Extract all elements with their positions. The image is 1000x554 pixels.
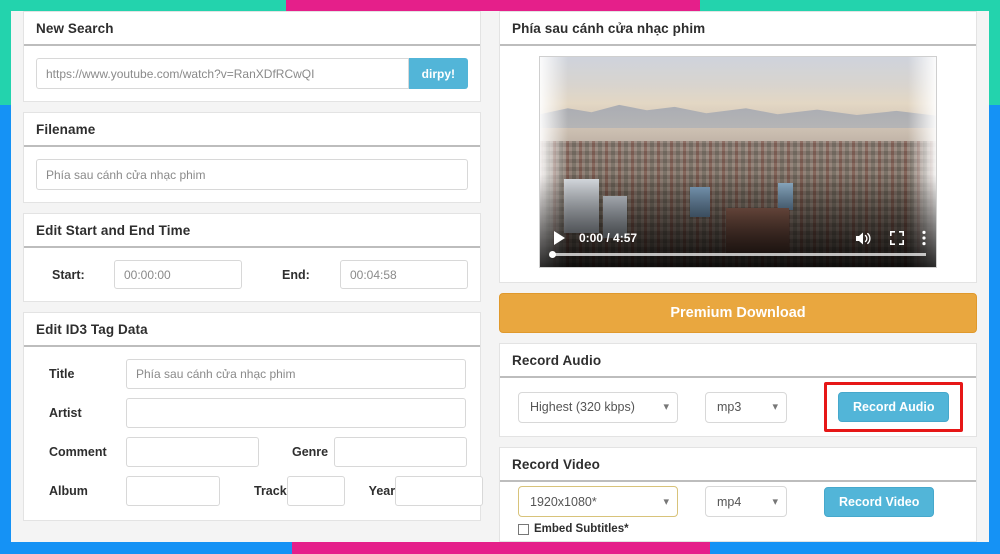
- comment-label: Comment: [49, 445, 107, 459]
- video-area: 0:00 / 4:57: [500, 46, 976, 282]
- artist-label: Artist: [49, 406, 82, 420]
- border-band-top-right: [700, 0, 1000, 11]
- filename-body: [24, 147, 480, 202]
- new-search-header: New Search: [24, 12, 480, 46]
- play-icon[interactable]: [554, 231, 565, 245]
- time-row: Start: End:: [36, 260, 468, 289]
- time-panel: Edit Start and End Time Start: End:: [23, 213, 481, 302]
- video-panel: Phía sau cánh cửa nhạc phim 0:00 / 4:57: [499, 11, 977, 283]
- id3-body: Title Artist Comment Genre Album Track: [24, 347, 484, 520]
- track-label: Track: [254, 484, 287, 498]
- genre-input[interactable]: [334, 437, 467, 467]
- filename-header: Filename: [24, 113, 480, 147]
- id3-panel: Edit ID3 Tag Data Title Artist Comment G…: [23, 312, 484, 521]
- embed-subtitles-row[interactable]: Embed Subtitles*: [500, 521, 976, 541]
- video-progress-handle[interactable]: [549, 251, 556, 258]
- id3-comment-genre-row: Comment Genre: [36, 437, 468, 467]
- title-input[interactable]: [126, 359, 466, 389]
- video-time-display: 0:00 / 4:57: [579, 231, 638, 245]
- record-audio-controls: Highest (320 kbps) ▾ mp3 ▾ Record Audio: [500, 378, 976, 436]
- video-format-select[interactable]: mp4: [705, 486, 787, 517]
- border-band-bottom-right: [710, 542, 1000, 554]
- border-band-bottom-left: [0, 542, 292, 554]
- fullscreen-icon[interactable]: [890, 231, 904, 245]
- more-options-icon[interactable]: [922, 230, 926, 246]
- record-audio-button[interactable]: Record Audio: [838, 392, 950, 422]
- track-input[interactable]: [286, 476, 345, 506]
- right-column: Phía sau cánh cửa nhạc phim 0:00 / 4:57 …: [489, 11, 989, 542]
- record-video-header: Record Video: [500, 448, 976, 482]
- border-band-left-top: [0, 0, 11, 105]
- year-input[interactable]: [395, 476, 484, 506]
- video-resolution-select-wrap: 1920x1080* ▾: [518, 486, 678, 517]
- video-progress-bar[interactable]: [549, 251, 926, 258]
- record-audio-panel: Record Audio Highest (320 kbps) ▾ mp3 ▾: [499, 343, 977, 437]
- left-column: New Search dirpy! Filename Edit Start an…: [11, 11, 489, 542]
- id3-artist-row: Artist: [36, 398, 468, 428]
- premium-download-button[interactable]: Premium Download: [499, 293, 977, 333]
- video-format-select-wrap: mp4 ▾: [705, 486, 787, 517]
- border-band-right-top: [989, 0, 1000, 105]
- url-input[interactable]: [36, 58, 409, 89]
- dirpy-submit-button[interactable]: dirpy!: [408, 58, 468, 89]
- time-header: Edit Start and End Time: [24, 214, 480, 248]
- record-audio-highlight-box: Record Audio: [824, 382, 964, 432]
- title-label: Title: [49, 367, 75, 381]
- audio-format-select-wrap: mp3 ▾: [705, 391, 787, 423]
- end-time-input[interactable]: [340, 260, 468, 289]
- start-time-input[interactable]: [114, 260, 242, 289]
- audio-quality-select-wrap: Highest (320 kbps) ▾: [518, 391, 678, 423]
- audio-format-select[interactable]: mp3: [705, 391, 787, 423]
- id3-header: Edit ID3 Tag Data: [24, 313, 480, 347]
- border-band-left-bottom: [0, 105, 11, 554]
- border-band-right-bottom: [989, 105, 1000, 554]
- record-audio-header: Record Audio: [500, 344, 976, 378]
- video-sky: [540, 57, 936, 154]
- record-video-controls: 1920x1080* ▾ mp4 ▾ Record Video: [500, 482, 976, 521]
- video-resolution-select[interactable]: 1920x1080*: [518, 486, 678, 517]
- genre-label: Genre: [292, 445, 329, 459]
- id3-title-row: Title: [36, 359, 468, 389]
- album-label: Album: [49, 484, 88, 498]
- embed-subtitles-checkbox[interactable]: [518, 523, 529, 535]
- new-search-body: dirpy!: [24, 46, 480, 101]
- artist-input[interactable]: [126, 398, 466, 428]
- record-video-panel: Record Video 1920x1080* ▾ mp4 ▾ Record V…: [499, 447, 977, 542]
- embed-subtitles-label: Embed Subtitles*: [534, 523, 629, 535]
- volume-icon[interactable]: [855, 231, 872, 246]
- filename-input[interactable]: [36, 159, 468, 190]
- premium-download-area: Premium Download: [499, 293, 977, 343]
- comment-input[interactable]: [126, 437, 259, 467]
- video-control-row: 0:00 / 4:57: [540, 227, 936, 249]
- border-band-top-left: [0, 0, 286, 11]
- url-input-row: dirpy!: [36, 58, 468, 89]
- year-label: Year: [368, 484, 396, 498]
- video-controls: 0:00 / 4:57: [540, 219, 936, 267]
- new-search-panel: New Search dirpy!: [23, 11, 481, 102]
- border-band-top-center: [286, 0, 700, 11]
- page-container: New Search dirpy! Filename Edit Start an…: [11, 11, 989, 542]
- audio-quality-select[interactable]: Highest (320 kbps): [518, 391, 678, 423]
- id3-album-track-year-row: Album Track Year: [36, 476, 484, 506]
- filename-panel: Filename: [23, 112, 481, 203]
- video-title-header: Phía sau cánh cửa nhạc phim: [500, 12, 976, 46]
- video-player[interactable]: 0:00 / 4:57: [539, 56, 937, 268]
- album-input[interactable]: [126, 476, 220, 506]
- border-band-bottom-center: [292, 542, 710, 554]
- record-video-button[interactable]: Record Video: [824, 486, 935, 517]
- time-body: Start: End:: [24, 248, 480, 301]
- start-label: Start:: [52, 267, 85, 282]
- end-label: End:: [282, 267, 310, 282]
